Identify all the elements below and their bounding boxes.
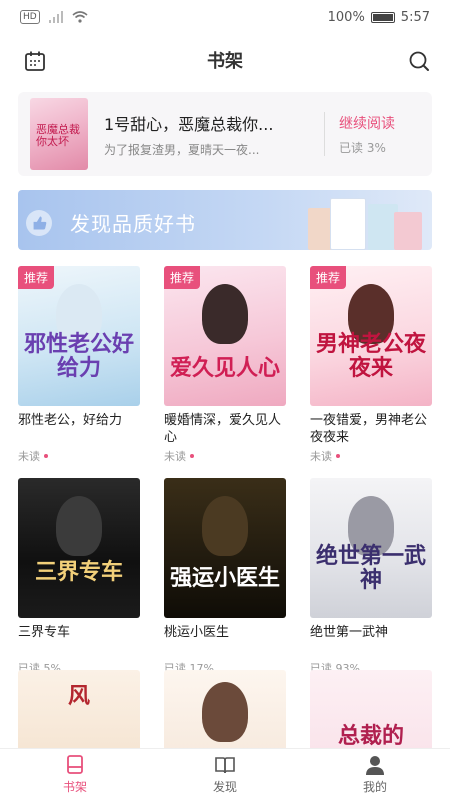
banner-book-image xyxy=(330,198,366,250)
recommend-badge: 推荐 xyxy=(18,266,55,289)
book-status: 未读 xyxy=(310,448,432,464)
tab-discover[interactable]: 发现 xyxy=(150,749,300,800)
tab-label: 发现 xyxy=(212,780,237,794)
book-cover[interactable]: 三界专车 xyxy=(18,478,140,618)
cover-title: 绝世第一武神 xyxy=(315,543,426,593)
status-bar: HD 100% 5:57 xyxy=(0,0,450,34)
book-title: 邪性老公，好给力 xyxy=(18,413,123,428)
discover-banner[interactable]: 发现品质好书 xyxy=(18,190,432,250)
book-title: 桃运小医生 xyxy=(164,625,230,640)
unread-dot xyxy=(44,454,48,458)
cover-title: 总裁的 xyxy=(337,723,404,749)
book-item[interactable]: 绝世第一武神 绝世第一武神 已读 93% xyxy=(310,478,432,676)
cover-figure xyxy=(202,284,248,344)
page-title: 书架 xyxy=(207,51,243,72)
book-cover[interactable]: 推荐 邪性老公好给力 xyxy=(18,266,140,406)
book-title: 一夜错爱，男神老公夜夜来 xyxy=(310,413,428,445)
signal-icon xyxy=(48,11,63,23)
book-title: 绝世第一武神 xyxy=(310,625,389,640)
unread-dot xyxy=(336,454,340,458)
continue-reading-button[interactable]: 继续阅读 xyxy=(339,113,395,133)
recommend-badge: 推荐 xyxy=(164,266,201,289)
book-status: 未读 xyxy=(18,448,140,464)
clock: 5:57 xyxy=(400,9,430,25)
book-cover[interactable]: 推荐 男神老公夜夜来 xyxy=(310,266,432,406)
battery-icon xyxy=(370,11,395,23)
cover-figure xyxy=(202,682,248,742)
cover-figure xyxy=(202,496,248,556)
recent-book-desc: 为了报复渣男，夏晴天一夜... xyxy=(104,142,260,157)
search-icon[interactable] xyxy=(406,48,432,74)
book-status: 未读 xyxy=(164,448,286,464)
book-status-text: 未读 xyxy=(164,450,186,463)
cover-title: 邪性老公好给力 xyxy=(23,331,134,381)
bottom-tab-bar: 书架 发现 我的 xyxy=(0,748,450,800)
calendar-checkin-icon[interactable] xyxy=(22,48,48,74)
cover-title: 爱久见人心 xyxy=(169,355,280,381)
cover-title: 男神老公夜夜来 xyxy=(315,331,426,381)
recommend-badge: 推荐 xyxy=(310,266,347,289)
tab-label: 书架 xyxy=(62,780,87,794)
cover-figure xyxy=(56,496,102,556)
bookshelf-icon xyxy=(67,755,83,774)
tab-profile[interactable]: 我的 xyxy=(300,749,450,800)
tab-bookshelf[interactable]: 书架 xyxy=(0,749,150,800)
recent-book-title: 1号甜心，恶魔总裁你... xyxy=(104,114,274,134)
book-item[interactable]: 三界专车 三界专车 已读 5% xyxy=(18,478,140,676)
open-book-icon xyxy=(215,757,235,774)
recent-book-cover-title: 恶魔总裁你太坏 xyxy=(36,123,80,148)
cover-title: 强运小医生 xyxy=(169,565,280,591)
recent-book-cover[interactable]: 恶魔总裁你太坏 xyxy=(30,98,88,170)
book-title: 暖婚情深，爱久见人心 xyxy=(164,413,282,445)
wifi-icon xyxy=(72,11,88,23)
unread-dot xyxy=(190,454,194,458)
battery-percent: 100% xyxy=(327,9,365,25)
book-item[interactable]: 推荐 男神老公夜夜来 一夜错爱，男神老公夜夜来 未读 xyxy=(310,266,432,464)
divider xyxy=(324,112,325,156)
book-cover[interactable]: 强运小医生 xyxy=(164,478,286,618)
cover-title: 风 xyxy=(67,683,90,709)
header: 书架 xyxy=(0,38,450,82)
book-title: 三界专车 xyxy=(18,625,71,640)
hd-network-badge: HD xyxy=(20,10,40,24)
book-status-text: 未读 xyxy=(18,450,40,463)
recent-reading-card[interactable]: 恶魔总裁你太坏 1号甜心，恶魔总裁你... 为了报复渣男，夏晴天一夜... 继续… xyxy=(18,92,432,176)
book-item[interactable]: 推荐 爱久见人心 暖婚情深，爱久见人心 未读 xyxy=(164,266,286,464)
reading-progress: 已读 3% xyxy=(339,140,386,155)
banner-book-image xyxy=(308,208,332,250)
thumbs-up-icon xyxy=(26,210,52,236)
book-cover[interactable]: 绝世第一武神 xyxy=(310,478,432,618)
book-status-text: 未读 xyxy=(310,450,332,463)
banner-book-image xyxy=(394,212,422,250)
book-item[interactable]: 推荐 邪性老公好给力 邪性老公，好给力 未读 xyxy=(18,266,140,464)
cover-title: 三界专车 xyxy=(34,559,123,585)
user-icon xyxy=(366,756,384,775)
discover-banner-text: 发现品质好书 xyxy=(70,212,196,236)
book-cover[interactable]: 推荐 爱久见人心 xyxy=(164,266,286,406)
book-item[interactable]: 强运小医生 桃运小医生 已读 17% xyxy=(164,478,286,676)
tab-label: 我的 xyxy=(362,780,387,794)
